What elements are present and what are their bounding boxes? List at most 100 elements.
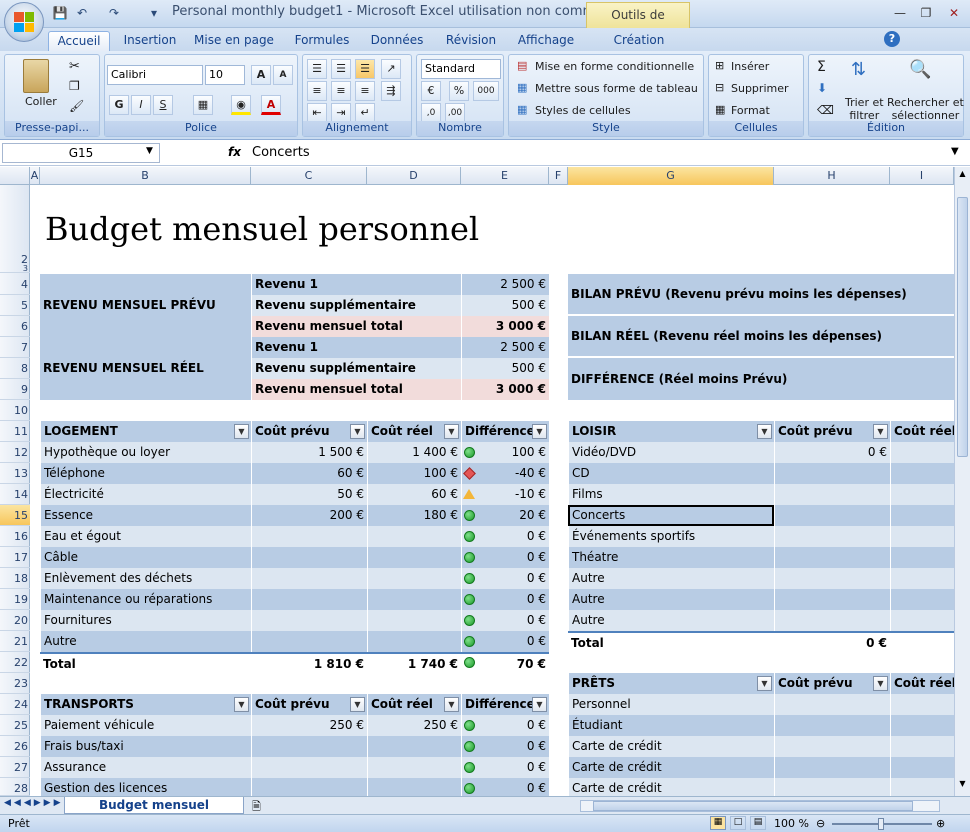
- paste-button[interactable]: Coller: [25, 95, 57, 108]
- redo-icon[interactable]: ↷: [106, 5, 122, 21]
- formula-input[interactable]: Concerts: [252, 145, 310, 160]
- table-cell-planned[interactable]: [774, 778, 890, 796]
- table-cell-planned[interactable]: [251, 526, 367, 547]
- sheet-nav-icons[interactable]: ◀◀◀▶▶▶: [4, 798, 64, 808]
- table-cell-category[interactable]: Enlèvement des déchets: [40, 568, 251, 589]
- table-cell-planned[interactable]: [251, 610, 367, 631]
- table-cell-actual[interactable]: [367, 610, 461, 631]
- filter-dropdown-icon[interactable]: ▼: [350, 424, 365, 439]
- row-header[interactable]: 17: [0, 547, 30, 568]
- filter-dropdown-icon[interactable]: ▼: [444, 424, 459, 439]
- table-cell-planned[interactable]: [251, 778, 367, 796]
- table-cell-category[interactable]: Étudiant: [568, 715, 774, 736]
- row-header[interactable]: 23: [0, 673, 30, 694]
- table-cell-actual[interactable]: [890, 694, 954, 715]
- cut-icon[interactable]: ✂: [69, 59, 80, 74]
- page-layout-icon[interactable]: □: [730, 816, 746, 830]
- row-header[interactable]: 18: [0, 568, 30, 589]
- table-cell-planned[interactable]: [251, 568, 367, 589]
- tab-formules[interactable]: Formules: [290, 31, 354, 52]
- table-cell-actual[interactable]: 60 €: [367, 484, 461, 505]
- row-header[interactable]: 13: [0, 463, 30, 484]
- wrap-text-icon[interactable]: ↵: [355, 103, 375, 123]
- font-size-select[interactable]: 10: [205, 65, 245, 85]
- table-total-actual[interactable]: 1 740 €: [367, 652, 461, 673]
- normal-view-icon[interactable]: ▦: [710, 816, 726, 830]
- table-cell-planned[interactable]: [774, 463, 890, 484]
- align-middle-icon[interactable]: ☰: [331, 59, 351, 79]
- orientation-icon[interactable]: ↗: [381, 59, 401, 79]
- align-center-icon[interactable]: ≡: [331, 81, 351, 101]
- row-header[interactable]: 21: [0, 631, 30, 652]
- table-cell-planned[interactable]: 250 €: [251, 715, 367, 736]
- column-header[interactable]: B: [40, 167, 251, 185]
- table-cell-actual[interactable]: [367, 547, 461, 568]
- table-cell-actual[interactable]: 1 400 €: [367, 442, 461, 463]
- table-cell-category[interactable]: Câble: [40, 547, 251, 568]
- table-cell-category[interactable]: Autre: [40, 631, 251, 652]
- table-total-label[interactable]: Total: [40, 652, 251, 673]
- office-button[interactable]: [4, 2, 44, 42]
- filter-dropdown-icon[interactable]: ▼: [757, 424, 772, 439]
- font-color-icon[interactable]: A: [261, 95, 281, 115]
- page-break-icon[interactable]: ▤: [750, 816, 766, 830]
- find-select-button[interactable]: Rechercher et sélectionner: [887, 96, 964, 122]
- maximize-icon[interactable]: ❐: [914, 4, 938, 22]
- zoom-slider-thumb[interactable]: [878, 818, 884, 830]
- table-cell-category[interactable]: Autre: [568, 610, 774, 631]
- row-header[interactable]: 2: [0, 185, 30, 273]
- table-cell-actual[interactable]: [890, 610, 954, 631]
- row-header[interactable]: 24: [0, 694, 30, 715]
- table-total-label[interactable]: Total: [568, 631, 774, 652]
- decrease-indent-icon[interactable]: ⇤: [307, 103, 327, 123]
- table-cell-planned[interactable]: [774, 715, 890, 736]
- row-header[interactable]: 20: [0, 610, 30, 631]
- function-icon[interactable]: fx: [228, 145, 241, 159]
- table-cell-planned[interactable]: [251, 757, 367, 778]
- row-header[interactable]: 12: [0, 442, 30, 463]
- filter-dropdown-icon[interactable]: ▼: [444, 697, 459, 712]
- row-header[interactable]: 7: [0, 337, 30, 358]
- tab-affichage[interactable]: Affichage: [514, 31, 578, 52]
- table-cell-actual[interactable]: [890, 442, 954, 463]
- horizontal-scrollbar[interactable]: [580, 800, 940, 812]
- column-header[interactable]: C: [251, 167, 367, 185]
- conditional-format-button[interactable]: Mise en forme conditionnelle: [535, 60, 694, 73]
- filter-dropdown-icon[interactable]: ▼: [532, 424, 547, 439]
- sheet-tab-active[interactable]: Budget mensuel personnel: [64, 797, 244, 828]
- tab-creation[interactable]: Création: [608, 31, 670, 52]
- column-header[interactable]: E: [461, 167, 549, 185]
- row-header-selected[interactable]: 15: [0, 505, 30, 526]
- underline-button[interactable]: S: [153, 95, 173, 115]
- table-header-prets[interactable]: Coût réel: [890, 673, 954, 694]
- table-cell-category[interactable]: Frais bus/taxi: [40, 736, 251, 757]
- italic-button[interactable]: I: [131, 95, 151, 115]
- table-cell-actual[interactable]: [890, 757, 954, 778]
- table-cell-category[interactable]: Essence: [40, 505, 251, 526]
- vertical-scrollbar[interactable]: ▲ ▼: [954, 167, 970, 796]
- decrease-decimal-icon[interactable]: ,00: [445, 103, 465, 123]
- table-cell-planned[interactable]: 60 €: [251, 463, 367, 484]
- column-header[interactable]: A: [30, 167, 40, 185]
- table-header-loisir[interactable]: LOISIR: [568, 421, 774, 442]
- row-header[interactable]: 5: [0, 295, 30, 316]
- table-cell-category[interactable]: Gestion des licences: [40, 778, 251, 796]
- table-cell-actual[interactable]: [890, 526, 954, 547]
- table-cell-actual[interactable]: 250 €: [367, 715, 461, 736]
- row-header[interactable]: 8: [0, 358, 30, 379]
- table-cell-actual[interactable]: [890, 463, 954, 484]
- row-header[interactable]: 10: [0, 400, 30, 421]
- table-cell-category[interactable]: Carte de crédit: [568, 757, 774, 778]
- column-header-selected[interactable]: G: [568, 167, 774, 185]
- table-cell-actual[interactable]: [890, 778, 954, 796]
- column-header[interactable]: D: [367, 167, 461, 185]
- paste-icon[interactable]: [23, 59, 49, 93]
- table-cell-category[interactable]: Fournitures: [40, 610, 251, 631]
- align-right-icon[interactable]: ≡: [355, 81, 375, 101]
- table-cell-category[interactable]: Carte de crédit: [568, 736, 774, 757]
- table-cell-actual[interactable]: [890, 736, 954, 757]
- row-header[interactable]: 19: [0, 589, 30, 610]
- table-cell-planned[interactable]: [251, 736, 367, 757]
- table-total-planned[interactable]: 1 810 €: [251, 652, 367, 673]
- zoom-level[interactable]: 100 %: [774, 817, 809, 830]
